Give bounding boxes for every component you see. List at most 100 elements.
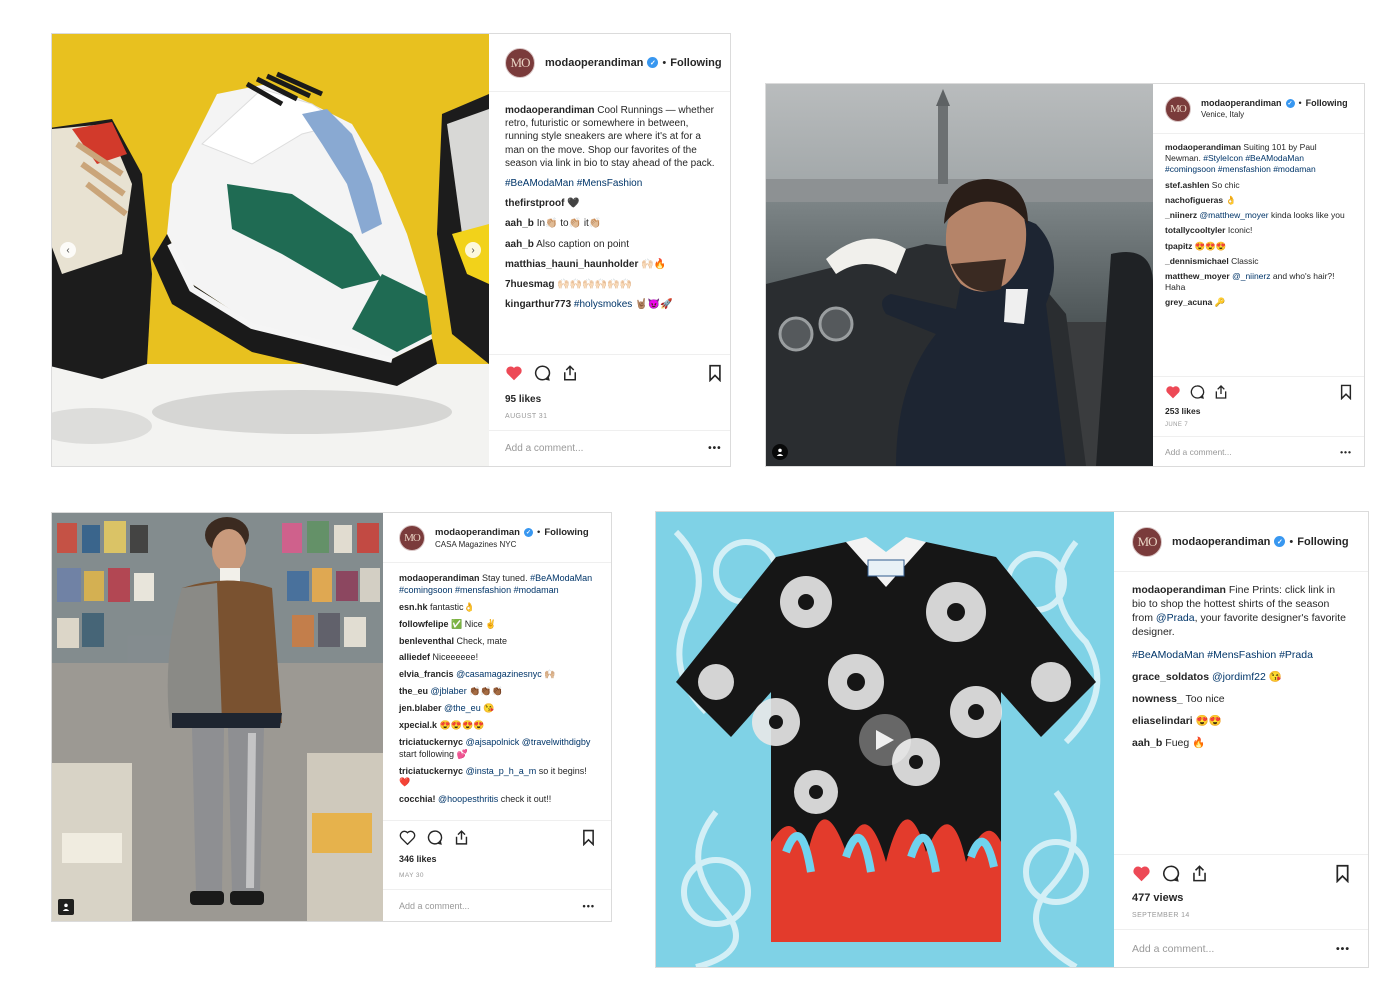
username[interactable]: modaoperandiman bbox=[545, 57, 643, 69]
add-comment-placeholder[interactable]: Add a comment... bbox=[1165, 447, 1340, 457]
carousel-next-button[interactable]: › bbox=[465, 242, 481, 258]
comment-mention[interactable]: @ajsapolnick @travelwithdigby bbox=[466, 737, 591, 747]
following-button[interactable]: Following bbox=[544, 527, 588, 538]
comment-username[interactable]: thefirstproof bbox=[505, 198, 564, 209]
comment-username[interactable]: alliedef bbox=[399, 652, 430, 662]
add-comment-placeholder[interactable]: Add a comment... bbox=[1132, 943, 1336, 955]
caption-hashtags[interactable]: #BeAModaMan #MensFashion bbox=[505, 177, 722, 190]
comment-username[interactable]: tpapitz bbox=[1165, 241, 1192, 251]
comment-username[interactable]: eliaselindari bbox=[1132, 715, 1193, 727]
heart-icon[interactable] bbox=[1165, 385, 1181, 399]
caption-hashtags[interactable]: #BeAModaMan #MensFashion #Prada bbox=[1132, 649, 1350, 663]
comment-username[interactable]: esn.hk bbox=[399, 602, 428, 612]
bookmark-icon[interactable] bbox=[708, 364, 722, 382]
share-icon[interactable] bbox=[561, 364, 579, 382]
comment-username[interactable]: the_eu bbox=[399, 686, 428, 696]
post-video-shirt[interactable] bbox=[656, 512, 1114, 967]
caption-username[interactable]: modaoperandiman bbox=[399, 573, 480, 583]
avatar[interactable]: MO bbox=[399, 524, 425, 551]
tagged-user-icon[interactable] bbox=[58, 899, 74, 915]
caption-username[interactable]: modaoperandiman bbox=[1132, 584, 1226, 596]
comment-mention[interactable]: @the_eu bbox=[444, 703, 481, 713]
comment-username[interactable]: elvia_francis bbox=[399, 669, 454, 679]
comment-username[interactable]: grey_acuna bbox=[1165, 297, 1212, 307]
caption-username[interactable]: modaoperandiman bbox=[1165, 142, 1241, 152]
comment-mention[interactable]: @_niinerz bbox=[1232, 271, 1270, 281]
post-image-newsstand[interactable] bbox=[52, 513, 383, 921]
comment-username[interactable]: _dennismichael bbox=[1165, 256, 1229, 266]
bookmark-icon[interactable] bbox=[1340, 384, 1352, 400]
add-comment-field[interactable]: Add a comment... ••• bbox=[489, 430, 730, 466]
comment-username[interactable]: followfelipe bbox=[399, 619, 449, 629]
following-button[interactable]: Following bbox=[670, 57, 721, 69]
post-image-sneakers[interactable]: ‹ › bbox=[52, 34, 489, 466]
likes-count[interactable]: 253 likes bbox=[1153, 406, 1364, 416]
comment-username[interactable]: aah_b bbox=[1132, 737, 1162, 749]
more-options-icon[interactable]: ••• bbox=[1340, 447, 1352, 457]
post-location[interactable]: Venice, Italy bbox=[1201, 110, 1348, 119]
comment-mention[interactable]: @hoopesthritis bbox=[438, 794, 498, 804]
username[interactable]: modaoperandiman bbox=[1201, 98, 1282, 108]
heart-icon[interactable] bbox=[399, 830, 416, 845]
share-icon[interactable] bbox=[1190, 864, 1209, 883]
carousel-prev-button[interactable]: ‹ bbox=[60, 242, 76, 258]
comment-username[interactable]: 7huesmag bbox=[505, 279, 554, 290]
comment-mention[interactable]: @insta_p_h_a_m bbox=[466, 766, 537, 776]
comment-username[interactable]: stef.ashlen bbox=[1165, 180, 1209, 190]
comment-username[interactable]: xpecial.k bbox=[399, 720, 437, 730]
comment-username[interactable]: matthew_moyer bbox=[1165, 271, 1230, 281]
share-icon[interactable] bbox=[453, 829, 470, 846]
comment-icon[interactable] bbox=[533, 364, 551, 382]
comment-username[interactable]: _niinerz bbox=[1165, 210, 1197, 220]
more-options-icon[interactable]: ••• bbox=[583, 901, 595, 911]
username[interactable]: modaoperandiman bbox=[1172, 536, 1270, 548]
comment-username[interactable]: matthias_hauni_haunholder bbox=[505, 259, 638, 270]
following-button[interactable]: Following bbox=[1306, 98, 1348, 108]
comment-icon[interactable] bbox=[1189, 384, 1205, 400]
more-options-icon[interactable]: ••• bbox=[708, 443, 722, 454]
add-comment-placeholder[interactable]: Add a comment... bbox=[399, 901, 583, 911]
comment-mention[interactable]: @casamagazinesnyc bbox=[456, 669, 542, 679]
comment-hashtag[interactable]: #holysmokes bbox=[574, 299, 632, 310]
comment-username[interactable]: jen.blaber bbox=[399, 703, 442, 713]
caption-mention[interactable]: @Prada bbox=[1156, 612, 1195, 624]
tagged-user-icon[interactable] bbox=[772, 444, 788, 460]
comment-mention[interactable]: @jblaber bbox=[431, 686, 467, 696]
comment-username[interactable]: totallycooltyler bbox=[1165, 225, 1225, 235]
play-icon[interactable] bbox=[872, 727, 898, 753]
views-count[interactable]: 477 views bbox=[1114, 892, 1368, 904]
bookmark-icon[interactable] bbox=[582, 829, 595, 846]
add-comment-field[interactable]: Add a comment... ••• bbox=[383, 889, 611, 921]
comment-username[interactable]: benleventhal bbox=[399, 636, 454, 646]
avatar[interactable]: MO bbox=[505, 47, 535, 78]
username[interactable]: modaoperandiman bbox=[435, 527, 520, 538]
comment-username[interactable]: triciatuckernyc bbox=[399, 766, 463, 776]
add-comment-field[interactable]: Add a comment... ••• bbox=[1114, 929, 1368, 967]
comment-username[interactable]: triciatuckernyc bbox=[399, 737, 463, 747]
likes-count[interactable]: 346 likes bbox=[383, 854, 611, 864]
following-button[interactable]: Following bbox=[1297, 536, 1348, 548]
comment-username[interactable]: cocchia! bbox=[399, 794, 436, 804]
comment-username[interactable]: grace_soldatos bbox=[1132, 671, 1209, 683]
bookmark-icon[interactable] bbox=[1335, 864, 1350, 883]
comment-mention[interactable]: @jordimf22 bbox=[1212, 671, 1266, 683]
comment-username[interactable]: nachofigueras bbox=[1165, 195, 1223, 205]
comment-username[interactable]: nowness_ bbox=[1132, 693, 1183, 705]
avatar[interactable]: MO bbox=[1165, 95, 1191, 122]
post-location[interactable]: CASA Magazines NYC bbox=[435, 540, 589, 549]
comment-username[interactable]: kingarthur773 bbox=[505, 299, 571, 310]
comment-username[interactable]: aah_b bbox=[505, 218, 534, 229]
heart-icon[interactable] bbox=[1132, 865, 1151, 882]
more-options-icon[interactable]: ••• bbox=[1336, 943, 1350, 955]
share-icon[interactable] bbox=[1213, 384, 1229, 400]
comment-icon[interactable] bbox=[426, 829, 443, 846]
comment-icon[interactable] bbox=[1161, 864, 1180, 883]
avatar[interactable]: MO bbox=[1132, 526, 1162, 557]
add-comment-placeholder[interactable]: Add a comment... bbox=[505, 443, 708, 454]
likes-count[interactable]: 95 likes bbox=[489, 390, 730, 405]
post-image-boat[interactable] bbox=[766, 84, 1153, 466]
comment-mention[interactable]: @matthew_moyer bbox=[1200, 210, 1269, 220]
caption-username[interactable]: modaoperandiman bbox=[505, 105, 594, 116]
add-comment-field[interactable]: Add a comment... ••• bbox=[1153, 436, 1364, 466]
comment-username[interactable]: aah_b bbox=[505, 239, 534, 250]
